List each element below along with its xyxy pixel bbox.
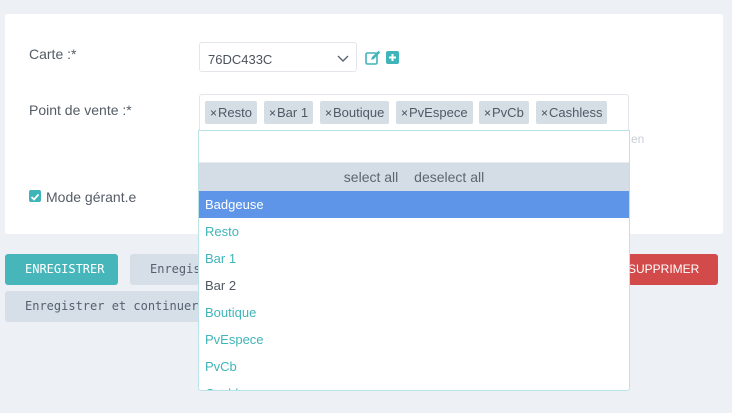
select-all-button[interactable]: select all <box>344 169 398 185</box>
dropdown-option-bar-1[interactable]: Bar 1 <box>199 245 629 272</box>
save-button[interactable]: ENREGISTRER <box>5 254 118 285</box>
dropdown-option-bar-2[interactable]: Bar 2 <box>199 272 629 299</box>
chevron-down-icon <box>336 51 350 68</box>
carte-select[interactable]: 76DC433C <box>199 42 357 72</box>
check-icon <box>30 193 40 201</box>
tag-boutique[interactable]: ×Boutique <box>320 101 390 124</box>
dropdown-option-badgeuse[interactable]: Badgeuse <box>199 191 629 218</box>
tag-resto[interactable]: ×Resto <box>205 101 257 124</box>
save-and-add-button[interactable]: Enregistrer et ajouter <box>130 254 199 285</box>
carte-label: Carte :* <box>29 46 77 62</box>
edit-icon[interactable] <box>365 50 381 71</box>
dropdown-option-pvcb[interactable]: PvCb <box>199 353 629 380</box>
save-and-continue-button[interactable]: Enregistrer et continuer les modificatio… <box>5 291 199 322</box>
point-vente-multiselect[interactable]: ×Resto ×Bar 1 ×Boutique ×PvEspece ×PvCb … <box>199 94 629 130</box>
tag-remove-icon[interactable]: × <box>484 106 491 120</box>
tag-bar-1[interactable]: ×Bar 1 <box>264 101 314 124</box>
point-vente-label: Point de vente :* <box>29 102 132 118</box>
dropdown-option-resto[interactable]: Resto <box>199 218 629 245</box>
delete-button[interactable]: SUPPRIMER <box>628 254 718 285</box>
point-vente-dropdown: select all deselect all Badgeuse Resto B… <box>198 130 630 391</box>
tag-cashless[interactable]: ×Cashless <box>536 101 608 124</box>
mode-gerant-label: Mode gérant.e <box>46 189 137 205</box>
add-icon[interactable] <box>386 51 400 70</box>
tag-remove-icon[interactable]: × <box>541 106 548 120</box>
tag-pvespece[interactable]: ×PvEspece <box>396 101 473 124</box>
carte-select-value: 76DC433C <box>208 52 273 67</box>
dropdown-option-boutique[interactable]: Boutique <box>199 299 629 326</box>
mode-gerant-checkbox[interactable] <box>29 190 41 202</box>
dropdown-bulk-actions: select all deselect all <box>199 163 629 191</box>
tag-remove-icon[interactable]: × <box>401 106 408 120</box>
dropdown-option-cashless[interactable]: Cashless <box>199 380 629 390</box>
tag-remove-icon[interactable]: × <box>210 106 217 120</box>
tag-remove-icon[interactable]: × <box>325 106 332 120</box>
tag-pvcb[interactable]: ×PvCb <box>479 101 529 124</box>
deselect-all-button[interactable]: deselect all <box>414 169 484 185</box>
help-text-fragment: en <box>631 132 645 146</box>
tag-remove-icon[interactable]: × <box>269 106 276 120</box>
dropdown-option-pvespece[interactable]: PvEspece <box>199 326 629 353</box>
dropdown-search-input[interactable] <box>199 131 629 163</box>
